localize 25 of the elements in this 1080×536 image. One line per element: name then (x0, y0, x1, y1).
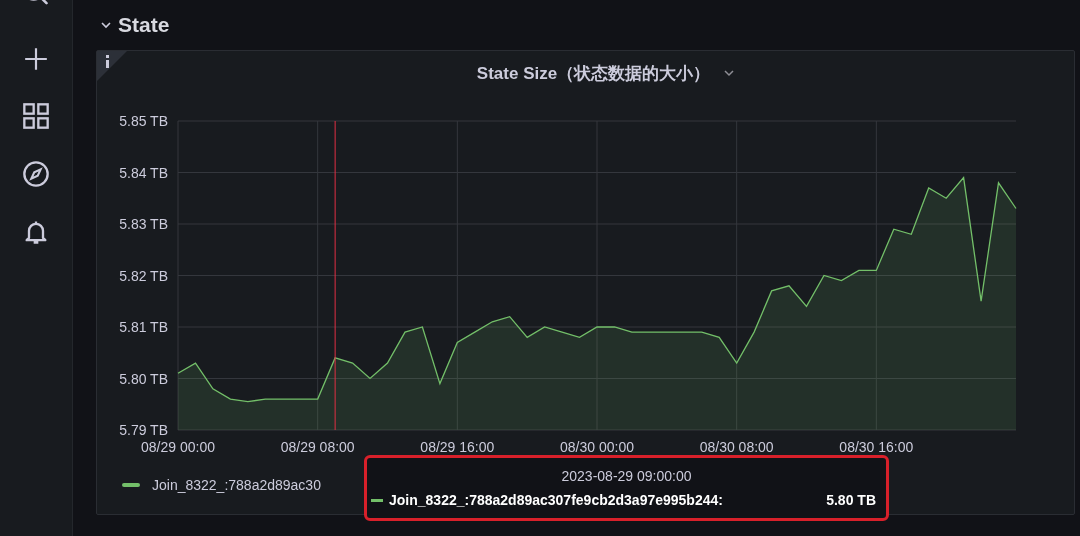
info-icon[interactable] (97, 51, 127, 81)
chevron-icon[interactable] (724, 68, 735, 78)
y-tick-label: 5.84 TB (119, 164, 168, 181)
legend-label[interactable]: Join_8322_:788a2d89ac30 (152, 477, 321, 493)
grid-icon[interactable] (22, 102, 50, 130)
x-tick-label: 08/30 00:00 (560, 439, 634, 455)
plus-icon[interactable] (23, 46, 49, 72)
y-tick-label: 5.80 TB (119, 370, 168, 387)
y-tick-label: 5.82 TB (119, 267, 168, 284)
y-tick-label: 5.81 TB (119, 319, 168, 335)
tooltip-value: 5.80 TB (826, 492, 876, 508)
row-title[interactable]: State (118, 13, 170, 37)
y-tick-label: 5.79 TB (119, 422, 168, 438)
x-tick-label: 08/29 08:00 (280, 439, 355, 455)
compass-icon[interactable] (22, 160, 50, 188)
x-tick-label: 08/29 00:00 (141, 439, 215, 455)
panel-title[interactable]: State Size（状态数据的大小） (476, 61, 711, 85)
x-tick-label: 08/30 08:00 (699, 439, 774, 455)
chevron-icon[interactable] (101, 20, 111, 30)
tooltip-series-label: Join_8322_:788a2d89ac307fe9cb2d3a97e995b244: (389, 492, 723, 508)
y-tick-label: 5.85 TB (119, 113, 168, 129)
x-tick-label: 08/29 16:00 (420, 439, 495, 455)
y-tick-label: 5.83 TB (119, 216, 168, 232)
x-tick-label: 08/30 16:00 (839, 439, 914, 455)
tooltip-time: 2023-08-29 09:00:00 (561, 468, 692, 484)
